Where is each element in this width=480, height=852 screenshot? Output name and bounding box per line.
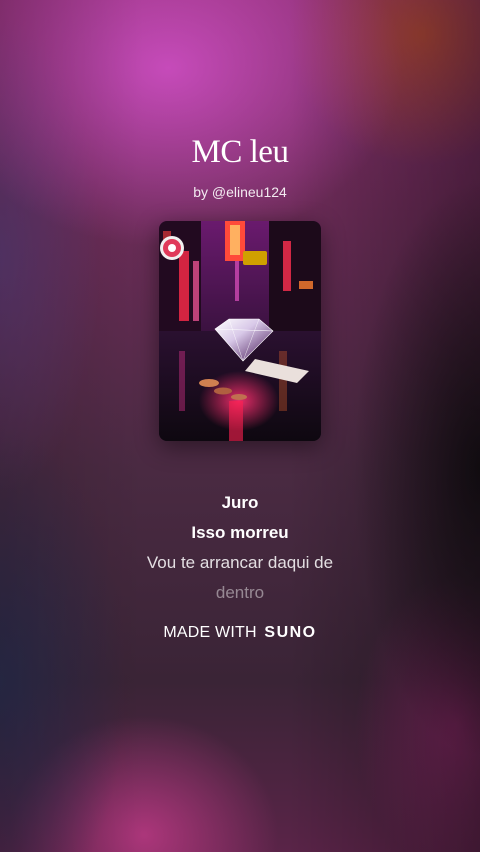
artist-byline: by @elineu124 — [193, 184, 287, 200]
lyric-line: Vou te arrancar daqui de — [146, 553, 334, 572]
made-with-label: MADE WITH — [163, 624, 257, 641]
lyric-line: dentro — [215, 583, 265, 602]
album-cover-image — [159, 221, 321, 441]
suno-logo: SUNO — [264, 624, 317, 641]
lyric-line: Isso morreu — [191, 523, 289, 542]
made-with-suno-link[interactable]: MADE WITH SUNO — [0, 624, 480, 642]
lyric-line: Juro — [221, 493, 259, 512]
lyrics-panel: Juro Isso morreu Vou te arrancar daqui d… — [0, 488, 480, 608]
song-title: MC leu — [191, 134, 289, 170]
